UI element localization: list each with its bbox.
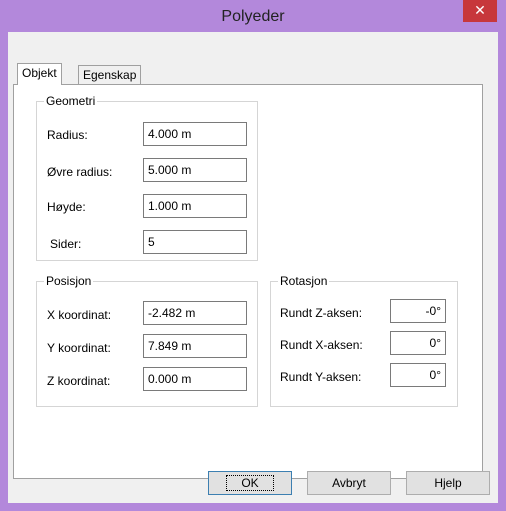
geometri-group-title: Geometri [44, 94, 98, 108]
y-koordinat-label: Y koordinat: [47, 341, 111, 355]
rundt-y-label: Rundt Y-aksen: [280, 370, 362, 384]
title-bar[interactable]: Polyeder ✕ [0, 0, 506, 32]
x-koordinat-label: X koordinat: [47, 308, 112, 322]
close-button[interactable]: ✕ [463, 0, 497, 22]
ovre-radius-label: Øvre radius: [47, 165, 113, 179]
dialog-window: Polyeder ✕ Objekt Egenskap Geometri Radi… [0, 0, 506, 511]
x-koordinat-field[interactable]: -2.482 m [143, 301, 247, 325]
window-title: Polyeder [221, 8, 285, 25]
ok-button-label: OK [226, 475, 274, 491]
tab-panel-objekt: Geometri Radius: 4.000 m Øvre radius: 5.… [13, 84, 483, 479]
ok-button[interactable]: OK [208, 471, 292, 495]
radius-label: Radius: [47, 128, 88, 142]
tab-egenskap[interactable]: Egenskap [78, 65, 142, 85]
rundt-x-label: Rundt X-aksen: [280, 338, 363, 352]
close-icon: ✕ [474, 2, 486, 18]
rotasjon-group-title: Rotasjon [278, 274, 330, 288]
rundt-z-label: Rundt Z-aksen: [280, 306, 363, 320]
radius-field[interactable]: 4.000 m [143, 122, 247, 146]
hoyde-field[interactable]: 1.000 m [143, 194, 247, 218]
tab-objekt[interactable]: Objekt [17, 63, 62, 85]
z-koordinat-label: Z koordinat: [47, 374, 111, 388]
help-button-label: Hjelp [434, 476, 462, 490]
cancel-button[interactable]: Avbryt [307, 471, 391, 495]
z-koordinat-field[interactable]: 0.000 m [143, 367, 247, 391]
rundt-x-field[interactable]: 0° [390, 331, 446, 355]
help-button[interactable]: Hjelp [406, 471, 490, 495]
cancel-button-label: Avbryt [332, 476, 366, 490]
ovre-radius-field[interactable]: 5.000 m [143, 158, 247, 182]
posisjon-group-title: Posisjon [44, 274, 94, 288]
hoyde-label: Høyde: [47, 200, 86, 214]
tab-objekt-label: Objekt [22, 66, 57, 80]
sider-field[interactable]: 5 [143, 230, 247, 254]
rundt-z-field[interactable]: -0° [390, 299, 446, 323]
y-koordinat-field[interactable]: 7.849 m [143, 334, 247, 358]
rundt-y-field[interactable]: 0° [390, 363, 446, 387]
sider-label: Sider: [50, 237, 82, 251]
tab-egenskap-label: Egenskap [83, 68, 137, 82]
